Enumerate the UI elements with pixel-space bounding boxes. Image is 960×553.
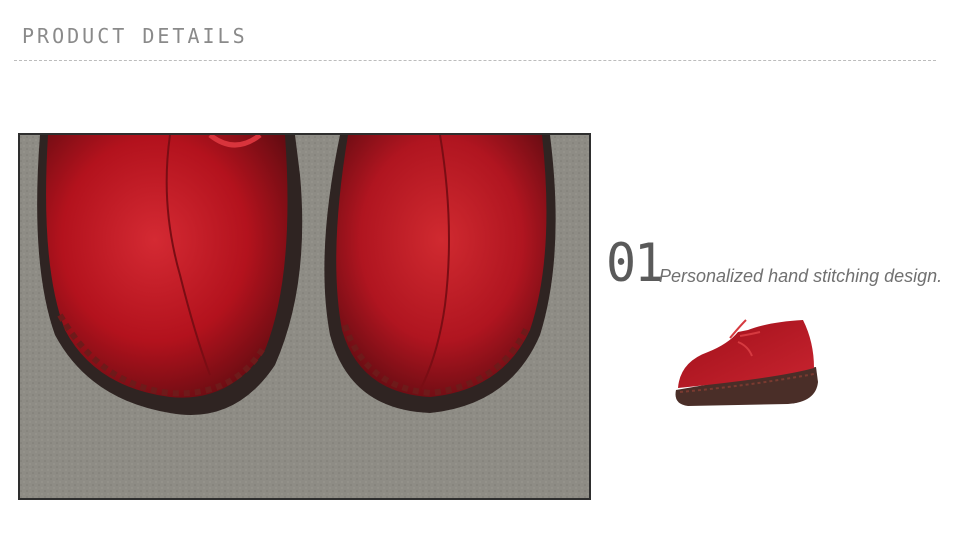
section-title: PRODUCT DETAILS (22, 24, 248, 48)
header-divider (14, 60, 936, 61)
feature-number: 01 (606, 232, 664, 294)
feature-description: Personalized hand stitching design. (659, 266, 943, 286)
product-closeup-photo (18, 133, 591, 500)
product-thumbnail-photo (668, 312, 822, 412)
